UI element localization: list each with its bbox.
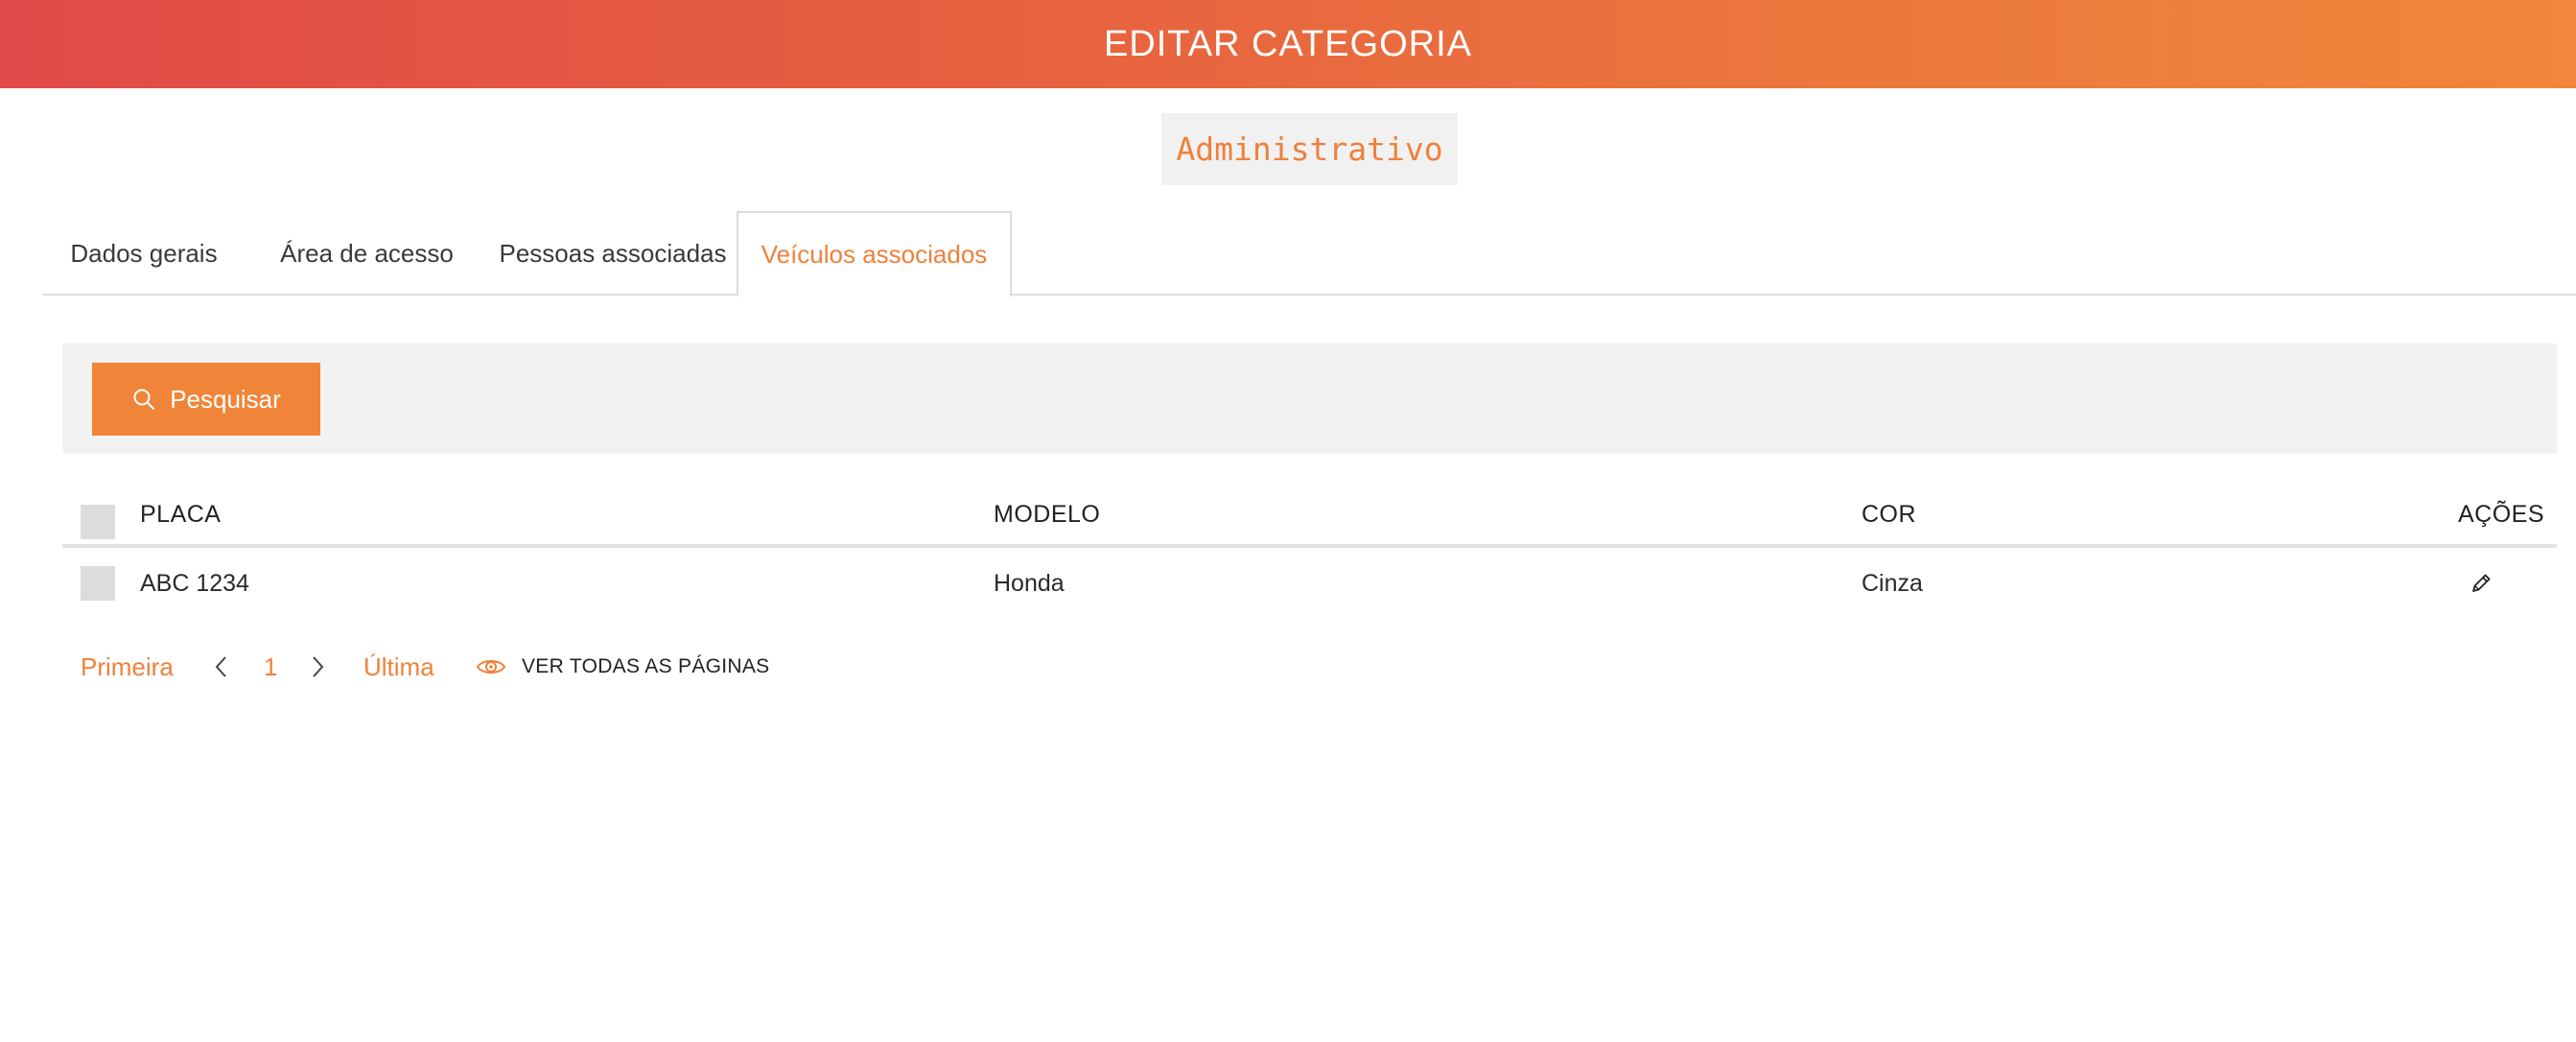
search-icon: [133, 389, 155, 410]
cell-modelo: Honda: [994, 569, 1065, 597]
row-checkbox[interactable]: [81, 566, 115, 601]
search-button-label: Pesquisar: [170, 384, 281, 414]
vehicles-table: PLACA MODELO COR AÇÕES ABC 1234 Honda Ci…: [62, 485, 2557, 619]
tab-veiculos-associados[interactable]: Veículos associados: [737, 211, 1012, 297]
search-button[interactable]: Pesquisar: [92, 363, 320, 436]
cell-cor: Cinza: [1862, 569, 1923, 597]
edit-button[interactable]: [2469, 548, 2494, 619]
table-header: PLACA MODELO COR AÇÕES: [62, 485, 2557, 548]
category-name-badge: Administrativo: [1161, 113, 1458, 185]
chevron-left-icon: [215, 656, 226, 677]
page-title: EDITAR CATEGORIA: [1103, 23, 1473, 64]
pencil-icon: [2472, 574, 2491, 592]
eye-icon: [476, 660, 506, 674]
view-all-pages-link[interactable]: VER TODAS AS PÁGINAS: [476, 655, 769, 678]
search-toolbar: Pesquisar: [62, 343, 2557, 454]
page-header: EDITAR CATEGORIA: [0, 0, 2576, 88]
chevron-right-icon: [313, 656, 324, 677]
pagination-prev-button[interactable]: [213, 654, 230, 686]
column-header-acoes: AÇÕES: [2458, 500, 2545, 528]
pagination-next-button[interactable]: [309, 654, 326, 686]
tab-dados-gerais[interactable]: Dados gerais: [43, 211, 245, 296]
select-all-checkbox[interactable]: [81, 505, 115, 539]
column-header-placa[interactable]: PLACA: [140, 485, 221, 544]
pagination-last-link[interactable]: Última: [363, 652, 434, 682]
pagination-first-link[interactable]: Primeira: [81, 652, 174, 682]
pagination-page-current[interactable]: 1: [264, 652, 277, 682]
view-all-pages-label: VER TODAS AS PÁGINAS: [522, 655, 770, 677]
tab-bar: Dados gerais Área de acesso Pessoas asso…: [43, 211, 2576, 297]
table-row: ABC 1234 Honda Cinza: [62, 548, 2557, 619]
column-header-cor[interactable]: COR: [1862, 485, 1916, 544]
column-header-modelo[interactable]: MODELO: [994, 485, 1100, 544]
cell-placa: ABC 1234: [140, 569, 249, 597]
tab-area-de-acesso[interactable]: Área de acesso: [245, 211, 489, 296]
tab-pessoas-associadas[interactable]: Pessoas associadas: [489, 211, 737, 296]
